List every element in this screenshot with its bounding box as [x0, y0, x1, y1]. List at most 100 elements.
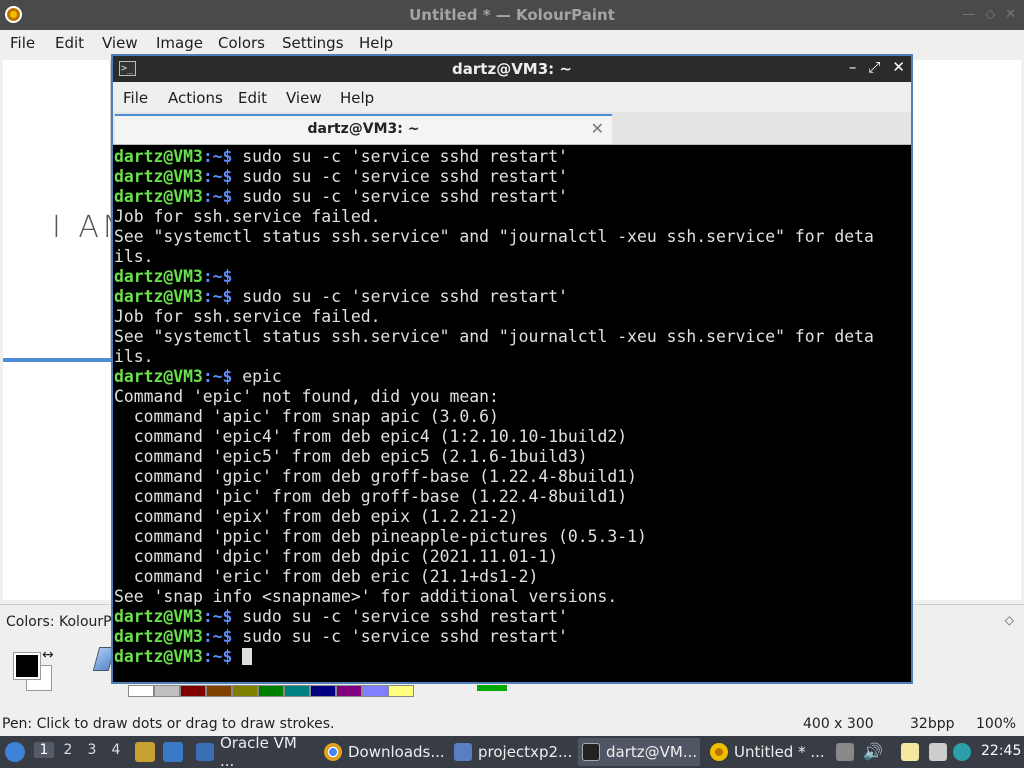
clock: 22:45: [981, 743, 1022, 759]
prompt-path: :~$: [202, 167, 233, 186]
volume-icon[interactable]: 🔊: [863, 743, 883, 761]
minimize-icon[interactable]: –: [849, 58, 857, 76]
prompt-user: dartz@VM3: [114, 147, 203, 166]
palette-swatch[interactable]: [128, 685, 154, 697]
terminal-output[interactable]: dartz@VM3:~$ sudo su -c 'service sshd re…: [114, 147, 911, 682]
output-text: command 'epic5' from deb epic5 (2.1.6-1b…: [114, 447, 588, 466]
menu-edit[interactable]: Edit: [55, 34, 84, 52]
network-icon[interactable]: [929, 743, 947, 761]
clipboard-icon[interactable]: [836, 743, 854, 761]
terminal-line: dartz@VM3:~$ sudo su -c 'service sshd re…: [114, 147, 911, 167]
maximize-icon[interactable]: ◇: [985, 7, 995, 22]
minimize-icon[interactable]: —: [962, 7, 975, 22]
tab-close-icon[interactable]: ✕: [591, 119, 604, 138]
status-color-depth: 32bpp: [910, 716, 955, 732]
kolourpaint-titlebar[interactable]: Untitled * — KolourPaint — ◇ ✕: [0, 0, 1024, 30]
task-label: Downloads...: [348, 743, 445, 761]
terminal-line: command 'apic' from snap apic (3.0.6): [114, 407, 911, 427]
output-text: command 'dpic' from deb dpic (2021.11.01…: [114, 547, 559, 566]
notes-icon[interactable]: [901, 743, 919, 761]
terminal-menu-edit[interactable]: Edit: [238, 89, 267, 107]
palette-indicator: [477, 685, 507, 691]
palette-swatch[interactable]: [206, 685, 232, 697]
terminal-line: ils.: [114, 347, 911, 367]
terminal-line: dartz@VM3:~$ sudo su -c 'service sshd re…: [114, 287, 911, 307]
terminal-menubar: File Actions Edit View Help: [113, 82, 911, 112]
output-text: Job for ssh.service failed.: [114, 307, 381, 326]
terminal-menu-file[interactable]: File: [123, 89, 148, 107]
palette-swatch[interactable]: [388, 685, 414, 697]
terminal-menu-help[interactable]: Help: [340, 89, 374, 107]
terminal-window[interactable]: >_ dartz@VM3: ~ – ⤢ ✕ File Actions Edit …: [111, 54, 913, 684]
docker-float-icon[interactable]: ◇: [1005, 613, 1014, 627]
terminal-line: command 'dpic' from deb dpic (2021.11.01…: [114, 547, 911, 567]
menu-image[interactable]: Image: [156, 34, 203, 52]
workspace-1[interactable]: 1: [34, 742, 54, 758]
prompt-path: :~$: [202, 267, 233, 286]
show-desktop-icon[interactable]: [163, 742, 183, 762]
workspace-4[interactable]: 4: [106, 742, 126, 758]
command-text: sudo su -c 'service sshd restart': [232, 187, 568, 206]
terminal-menu-view[interactable]: View: [286, 89, 322, 107]
terminal-tab[interactable]: dartz@VM3: ~ ✕: [115, 114, 612, 144]
terminal-titlebar[interactable]: >_ dartz@VM3: ~ – ⤢ ✕: [113, 56, 911, 82]
menu-settings[interactable]: Settings: [282, 34, 344, 52]
prompt-path: :~$: [202, 627, 233, 646]
task-kolourpaint[interactable]: Untitled * ...: [706, 738, 830, 766]
terminal-line: dartz@VM3:~$ sudo su -c 'service sshd re…: [114, 187, 911, 207]
output-text: ils.: [114, 247, 154, 266]
terminal-line: dartz@VM3:~$: [114, 267, 911, 287]
terminal-menu-actions[interactable]: Actions: [168, 89, 223, 107]
swap-colors-icon[interactable]: ↔: [42, 647, 54, 663]
bluetooth-icon[interactable]: [953, 743, 971, 761]
terminal-line: command 'ppic' from deb pineapple-pictur…: [114, 527, 911, 547]
foreground-color-swatch[interactable]: [13, 652, 41, 680]
prompt-path: :~$: [202, 147, 233, 166]
maximize-icon[interactable]: ⤢: [868, 58, 880, 76]
terminal-line: command 'epix' from deb epix (1.2.21-2): [114, 507, 911, 527]
terminal-line: ils.: [114, 247, 911, 267]
close-icon[interactable]: ✕: [1005, 7, 1016, 22]
palette-swatch[interactable]: [284, 685, 310, 697]
task-projectxp2[interactable]: projectxp2...: [450, 738, 572, 766]
palette-swatch[interactable]: [310, 685, 336, 697]
command-text: sudo su -c 'service sshd restart': [232, 147, 568, 166]
status-image-size: 400 x 300: [803, 716, 874, 732]
close-icon[interactable]: ✕: [892, 58, 905, 76]
menu-file[interactable]: File: [10, 34, 35, 52]
palette-swatch[interactable]: [154, 685, 180, 697]
prompt-path: :~$: [202, 287, 233, 306]
workspace-2[interactable]: 2: [58, 742, 78, 758]
virtualbox-icon: [196, 743, 214, 761]
terminal-line: command 'eric' from deb eric (21.1+ds1-2…: [114, 567, 911, 587]
terminal-tab-label: dartz@VM3: ~: [307, 121, 420, 137]
terminal-line: dartz@VM3:~$ sudo su -c 'service sshd re…: [114, 607, 911, 627]
palette-swatch[interactable]: [180, 685, 206, 697]
palette-swatch[interactable]: [258, 685, 284, 697]
palette-swatch[interactable]: [362, 685, 388, 697]
menu-colors[interactable]: Colors: [218, 34, 265, 52]
palette-swatch[interactable]: [336, 685, 362, 697]
status-hint: Pen: Click to draw dots or drag to draw …: [2, 716, 335, 732]
palette-swatch[interactable]: [232, 685, 258, 697]
start-menu-icon[interactable]: [5, 742, 25, 762]
task-oracle-vm[interactable]: Oracle VM ...: [192, 734, 314, 768]
workspace-3[interactable]: 3: [82, 742, 102, 758]
output-text: command 'epic4' from deb epic4 (1:2.10.1…: [114, 427, 628, 446]
output-text: command 'gpic' from deb groff-base (1.22…: [114, 467, 638, 486]
chrome-icon: [324, 743, 342, 761]
app-icon: [454, 743, 472, 761]
output-text: command 'ppic' from deb pineapple-pictur…: [114, 527, 647, 546]
task-terminal[interactable]: dartz@VM...: [578, 738, 700, 766]
drawing-canvas-right[interactable]: [912, 60, 1021, 600]
menu-view[interactable]: View: [102, 34, 138, 52]
prompt-user: dartz@VM3: [114, 287, 203, 306]
output-text: Job for ssh.service failed.: [114, 207, 381, 226]
terminal-line: dartz@VM3:~$: [114, 647, 911, 667]
terminal-line: command 'epic4' from deb epic4 (1:2.10.1…: [114, 427, 911, 447]
file-manager-icon[interactable]: [135, 742, 155, 762]
task-label: Untitled * ...: [734, 743, 825, 761]
menu-help[interactable]: Help: [359, 34, 393, 52]
prompt-user: dartz@VM3: [114, 607, 203, 626]
task-downloads[interactable]: Downloads...: [320, 738, 445, 766]
